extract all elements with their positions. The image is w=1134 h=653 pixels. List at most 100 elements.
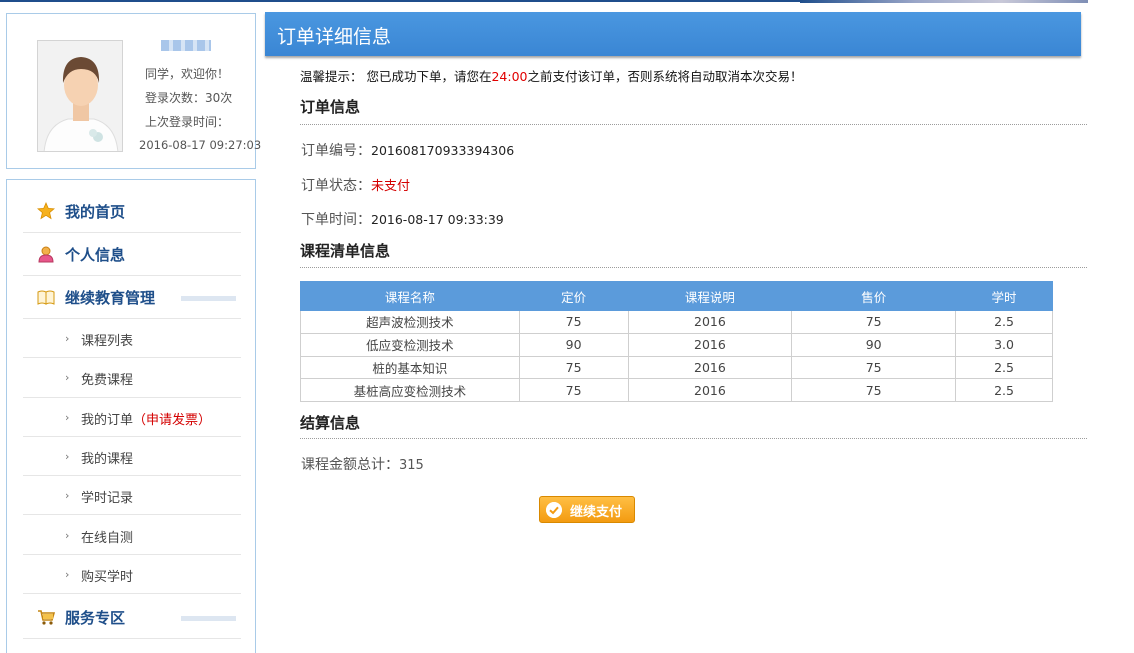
course-table: 课程名称 定价 课程说明 售价 学时 超声波检测技术 75 2016 75 2.…	[300, 281, 1053, 403]
cell-sale-price: 90	[791, 332, 957, 357]
cell-course-desc: 2016	[627, 332, 793, 357]
sidebar-item-label: 我的订单（申请发票）	[81, 409, 211, 428]
order-time-row: 下单时间：2016-08-17 09:33:39	[301, 209, 504, 229]
avatar	[37, 40, 123, 152]
sidebar-item-free-courses[interactable]: › 免费课程	[23, 358, 241, 398]
cell-list-price: 90	[518, 332, 629, 357]
order-time-value: 2016-08-17 09:33:39	[371, 212, 504, 227]
apply-invoice-link[interactable]: （申请发票）	[133, 413, 211, 428]
sidebar-item-study-records[interactable]: › 学时记录	[23, 476, 241, 516]
last-login-time: 2016-08-17 09:27:03	[139, 138, 262, 152]
course-list-title: 课程清单信息	[300, 242, 391, 260]
notice-suffix: 之前支付该订单，否则系统将自动取消本次交易！	[527, 69, 803, 84]
cell-sale-price: 75	[791, 310, 957, 334]
check-circle-icon	[546, 502, 562, 518]
cell-sale-price: 75	[791, 355, 957, 380]
sidebar-item-label: 学时记录	[81, 491, 134, 507]
star-icon	[37, 202, 55, 220]
table-row: 超声波检测技术 75 2016 75 2.5	[300, 310, 1053, 334]
col-course-desc: 课程说明	[627, 281, 793, 311]
chevron-right-icon: ›	[65, 371, 70, 385]
chevron-right-icon: ›	[65, 410, 70, 424]
chevron-right-icon: ›	[65, 332, 70, 345]
nav-personal-info[interactable]: 个人信息	[23, 233, 241, 276]
cell-hours: 2.5	[955, 378, 1053, 403]
sidebar-item-label: 我的课程	[81, 451, 134, 467]
cell-list-price: 75	[518, 310, 629, 334]
login-count: 登录次数：30次	[145, 91, 233, 105]
user-avatar-icon	[38, 41, 122, 151]
order-status-label: 订单状态：	[301, 178, 371, 194]
user-icon	[38, 246, 54, 263]
nav-home[interactable]: 我的首页	[23, 190, 241, 233]
chevron-right-icon: ›	[65, 449, 70, 463]
sidebar-item-my-courses[interactable]: › 我的课程	[23, 437, 241, 477]
sidebar-item-my-orders[interactable]: › 我的订单（申请发票）	[23, 398, 241, 437]
cell-course-name: 低应变检测技术	[300, 332, 520, 357]
book-icon	[37, 290, 55, 305]
col-sale-price: 售价	[791, 281, 957, 311]
cell-sale-price: 75	[791, 378, 957, 403]
profile-card: 同学，欢迎你！ 登录次数：30次 上次登录时间： 2016-08-17 09:2…	[6, 13, 261, 169]
nav-home-label: 我的首页	[65, 203, 126, 221]
last-login-label: 上次登录时间：	[145, 115, 230, 129]
order-time-label: 下单时间：	[301, 212, 371, 228]
cell-course-name: 桩的基本知识	[300, 355, 520, 380]
cell-hours: 2.5	[955, 310, 1053, 334]
cell-course-desc: 2016	[627, 355, 793, 380]
order-number-row: 订单编号：201608170933394306	[301, 140, 514, 160]
cell-course-name: 基桩高应变检测技术	[300, 378, 520, 403]
cell-course-name: 超声波检测技术	[300, 310, 520, 334]
divider	[300, 124, 1087, 125]
chevron-right-icon: ›	[65, 528, 70, 542]
order-info-title: 订单信息	[300, 98, 361, 116]
col-hours: 学时	[955, 281, 1053, 311]
col-list-price: 定价	[518, 281, 629, 311]
order-status-row: 订单状态：未支付	[301, 175, 410, 195]
sidebar-item-label: 在线自测	[81, 530, 134, 546]
notice-prefix: 温馨提示： 您已成功下单，请您在	[300, 69, 492, 84]
my-orders-text: 我的订单	[81, 412, 134, 428]
sidebar-item-buy-hours[interactable]: › 购买学时	[23, 555, 241, 595]
order-number-value: 201608170933394306	[371, 143, 515, 158]
cell-course-desc: 2016	[627, 378, 793, 403]
sidebar-item-label: 购买学时	[81, 569, 134, 585]
continue-pay-button[interactable]: 继续支付	[539, 496, 635, 523]
nav-personal-label: 个人信息	[65, 246, 126, 264]
notice-deadline: 24:00	[491, 69, 528, 84]
sidebar-item-course-list[interactable]: › 课程列表	[23, 319, 241, 359]
chevron-right-icon: ›	[65, 489, 70, 503]
sidebar-nav: 我的首页 个人信息 继续教育管理 › 课程列表 › 免费课程 › 我的订单（申请…	[6, 179, 256, 653]
cell-course-desc: 2016	[627, 310, 793, 334]
nav-section-bar	[181, 296, 236, 301]
cell-hours: 2.5	[955, 355, 1053, 380]
notice-text: 温馨提示： 您已成功下单，请您在24:00之前支付该订单，否则系统将自动取消本次…	[300, 66, 803, 85]
cart-icon	[38, 610, 55, 625]
total-value: 315	[399, 458, 424, 473]
page-header: 订单详细信息	[265, 12, 1081, 56]
divider	[300, 267, 1087, 268]
order-status-value: 未支付	[371, 179, 411, 194]
page-title: 订单详细信息	[277, 26, 392, 48]
chevron-right-icon: ›	[65, 567, 70, 581]
nav-education-management[interactable]: 继续教育管理	[23, 276, 241, 319]
divider	[300, 438, 1087, 439]
sidebar-item-label: 课程列表	[81, 334, 134, 349]
order-number-label: 订单编号：	[301, 143, 371, 159]
nav-education-label: 继续教育管理	[65, 289, 156, 307]
table-row: 低应变检测技术 90 2016 90 3.0	[300, 332, 1053, 357]
total-row: 课程金额总计：315	[301, 454, 424, 474]
welcome-text: 同学，欢迎你！	[145, 67, 230, 81]
nav-section-bar	[181, 616, 236, 621]
nav-service-label: 服务专区	[65, 609, 126, 627]
user-name-masked	[161, 40, 211, 51]
col-course-name: 课程名称	[300, 281, 520, 311]
continue-pay-label: 继续支付	[570, 505, 623, 520]
cell-hours: 3.0	[955, 332, 1053, 357]
table-row: 基桩高应变检测技术 75 2016 75 2.5	[300, 378, 1053, 403]
nav-service-zone[interactable]: 服务专区	[23, 596, 241, 639]
banner-art	[800, 0, 1088, 3]
cell-list-price: 75	[518, 378, 629, 403]
sidebar-item-online-test[interactable]: › 在线自测	[23, 516, 241, 555]
cell-list-price: 75	[518, 355, 629, 380]
